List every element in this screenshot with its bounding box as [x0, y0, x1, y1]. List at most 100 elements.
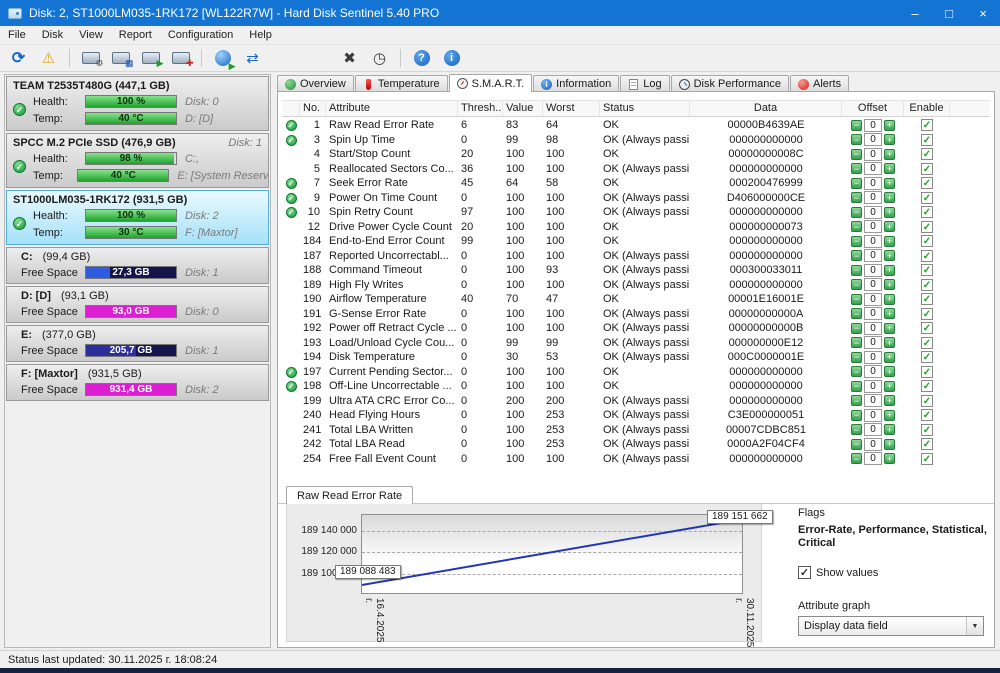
enable-checkbox[interactable]: ✓ [921, 336, 933, 349]
smart-attribute-row[interactable]: ✓ 241 Total LBA Written 0 100 253 OK (Al… [282, 423, 990, 438]
smart-attribute-row[interactable]: ✓ 3 Spin Up Time 0 99 98 OK (Always pass… [282, 133, 990, 148]
tab-temperature[interactable]: Temperature [354, 75, 448, 92]
enable-checkbox[interactable]: ✓ [921, 452, 933, 465]
enable-checkbox[interactable]: ✓ [921, 438, 933, 451]
offset-increase-button[interactable]: + [884, 250, 895, 262]
enable-checkbox[interactable]: ✓ [921, 220, 933, 233]
offset-increase-button[interactable]: + [884, 206, 895, 218]
offset-decrease-button[interactable]: − [851, 148, 862, 160]
smart-attribute-row[interactable]: ✓ 4 Start/Stop Count 20 100 100 OK 00000… [282, 147, 990, 162]
smart-attribute-row[interactable]: ✓ 194 Disk Temperature 0 30 53 OK (Alway… [282, 350, 990, 365]
offset-decrease-button[interactable]: − [851, 163, 862, 175]
disk-transfer-button[interactable]: ⇄ [240, 47, 265, 70]
tab-log[interactable]: Log [620, 75, 670, 92]
offset-increase-button[interactable]: + [884, 380, 895, 392]
clock-button[interactable]: ◷ [367, 47, 392, 70]
menu-item-disk[interactable]: Disk [34, 27, 71, 43]
offset-increase-button[interactable]: + [884, 264, 895, 276]
offset-increase-button[interactable]: + [884, 192, 895, 204]
offset-value[interactable]: 0 [864, 263, 882, 277]
offset-value[interactable]: 0 [864, 408, 882, 422]
offset-value[interactable]: 0 [864, 452, 882, 466]
enable-checkbox[interactable]: ✓ [921, 278, 933, 291]
enable-checkbox[interactable]: ✓ [921, 293, 933, 306]
smart-attribute-row[interactable]: ✓ 9 Power On Time Count 0 100 100 OK (Al… [282, 191, 990, 206]
smart-attribute-row[interactable]: ✓ 197 Current Pending Sector... 0 100 10… [282, 365, 990, 380]
smart-attribute-row[interactable]: ✓ 192 Power off Retract Cycle ... 0 100 … [282, 321, 990, 336]
graph-tab-raw-read-error-rate[interactable]: Raw Read Error Rate [286, 486, 414, 504]
enable-checkbox[interactable]: ✓ [921, 119, 933, 132]
smart-attribute-row[interactable]: ✓ 191 G-Sense Error Rate 0 100 100 OK (A… [282, 307, 990, 322]
enable-checkbox[interactable]: ✓ [921, 322, 933, 335]
tab-information[interactable]: Information [533, 75, 620, 92]
offset-increase-button[interactable]: + [884, 163, 895, 175]
close-button[interactable]: × [966, 0, 1000, 26]
offset-decrease-button[interactable]: − [851, 453, 862, 465]
offset-value[interactable]: 0 [864, 162, 882, 176]
offset-decrease-button[interactable]: − [851, 264, 862, 276]
offset-increase-button[interactable]: + [884, 395, 895, 407]
offset-increase-button[interactable]: + [884, 134, 895, 146]
disk-monitor-button[interactable]: ▶ [210, 47, 236, 71]
offset-value[interactable]: 0 [864, 176, 882, 190]
enable-checkbox[interactable]: ✓ [921, 191, 933, 204]
offset-decrease-button[interactable]: − [851, 235, 862, 247]
offset-increase-button[interactable]: + [884, 148, 895, 160]
minimize-button[interactable]: – [898, 0, 932, 26]
menu-item-help[interactable]: Help [241, 27, 280, 43]
offset-decrease-button[interactable]: − [851, 366, 862, 378]
partition-item-f[interactable]: F: [Maxtor] (931,5 GB) Free Space 931,4 … [6, 364, 269, 401]
offset-value[interactable]: 0 [864, 249, 882, 263]
enable-checkbox[interactable]: ✓ [921, 423, 933, 436]
menu-item-configuration[interactable]: Configuration [160, 27, 241, 43]
offset-increase-button[interactable]: + [884, 235, 895, 247]
smart-attribute-row[interactable]: ✓ 240 Head Flying Hours 0 100 253 OK (Al… [282, 408, 990, 423]
menu-item-report[interactable]: Report [111, 27, 160, 43]
offset-decrease-button[interactable]: − [851, 250, 862, 262]
offset-decrease-button[interactable]: − [851, 279, 862, 291]
smart-attribute-row[interactable]: ✓ 199 Ultra ATA CRC Error Co... 0 200 20… [282, 394, 990, 409]
enable-checkbox[interactable]: ✓ [921, 235, 933, 248]
offset-increase-button[interactable]: + [884, 308, 895, 320]
enable-checkbox[interactable]: ✓ [921, 394, 933, 407]
show-values-checkbox[interactable]: ✓ [798, 566, 811, 579]
menu-item-view[interactable]: View [71, 27, 111, 43]
offset-decrease-button[interactable]: − [851, 424, 862, 436]
refresh-button[interactable]: ⟳ [6, 47, 31, 70]
offset-increase-button[interactable]: + [884, 337, 895, 349]
help-button[interactable]: ? [409, 47, 434, 70]
offset-decrease-button[interactable]: − [851, 308, 862, 320]
offset-decrease-button[interactable]: − [851, 322, 862, 334]
offset-value[interactable]: 0 [864, 147, 882, 161]
offset-increase-button[interactable]: + [884, 322, 895, 334]
smart-attribute-row[interactable]: ✓ 5 Reallocated Sectors Co... 36 100 100… [282, 162, 990, 177]
tab-disk-performance[interactable]: Disk Performance [670, 75, 789, 92]
offset-decrease-button[interactable]: − [851, 177, 862, 189]
attribute-graph-select[interactable]: Display data field ▼ [798, 616, 984, 636]
offset-decrease-button[interactable]: − [851, 119, 862, 131]
menu-item-file[interactable]: File [0, 27, 34, 43]
smart-attribute-row[interactable]: ✓ 10 Spin Retry Count 97 100 100 OK (Alw… [282, 205, 990, 220]
offset-value[interactable]: 0 [864, 423, 882, 437]
enable-checkbox[interactable]: ✓ [921, 264, 933, 277]
enable-checkbox[interactable]: ✓ [921, 177, 933, 190]
enable-checkbox[interactable]: ✓ [921, 351, 933, 364]
offset-value[interactable]: 0 [864, 191, 882, 205]
offset-value[interactable]: 0 [864, 118, 882, 132]
tab-overview[interactable]: Overview [277, 75, 354, 92]
offset-decrease-button[interactable]: − [851, 337, 862, 349]
enable-checkbox[interactable]: ✓ [921, 133, 933, 146]
tab-smart[interactable]: S.M.A.R.T. [448, 74, 533, 92]
smart-attribute-row[interactable]: ✓ 254 Free Fall Event Count 0 100 100 OK… [282, 452, 990, 467]
smart-attribute-row[interactable]: ✓ 12 Drive Power Cycle Count 20 100 100 … [282, 220, 990, 235]
info-button[interactable]: i [439, 47, 464, 70]
offset-value[interactable]: 0 [864, 365, 882, 379]
disk-item-team[interactable]: TEAM T2535T480G (447,1 GB) ✓ Health: 100… [6, 76, 269, 131]
disk-add-button[interactable]: ✚ [168, 47, 194, 70]
offset-value[interactable]: 0 [864, 205, 882, 219]
disk-item-st1000[interactable]: ST1000LM035-1RK172 (931,5 GB) ✓ Health: … [6, 190, 269, 245]
offset-decrease-button[interactable]: − [851, 380, 862, 392]
enable-checkbox[interactable]: ✓ [921, 148, 933, 161]
smart-attribute-row[interactable]: ✓ 1 Raw Read Error Rate 6 83 64 OK 00000… [282, 118, 990, 133]
offset-value[interactable]: 0 [864, 133, 882, 147]
